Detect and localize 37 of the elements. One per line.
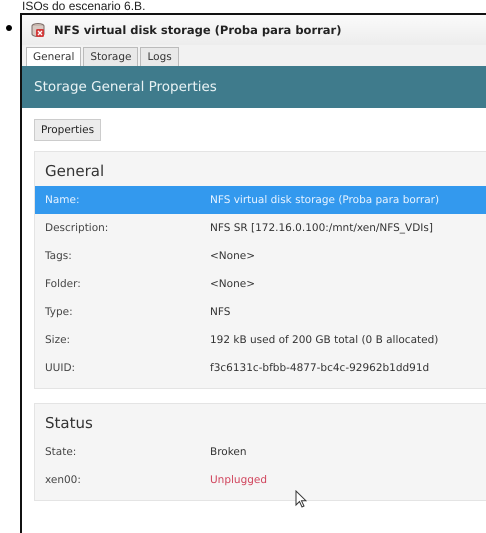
property-label: Folder: xyxy=(44,278,82,290)
property-label: Size: xyxy=(44,334,72,346)
property-row[interactable]: Tags: <None> xyxy=(35,242,486,270)
header-banner: Storage General Properties xyxy=(22,66,486,108)
window-title: NFS virtual disk storage (Proba para borrar) xyxy=(54,23,342,37)
section-title: Status xyxy=(44,413,94,434)
section-title: General xyxy=(44,161,106,182)
property-label: xen00: xyxy=(44,474,82,486)
property-label: Tags: xyxy=(44,250,73,262)
property-label: UUID: xyxy=(44,362,76,374)
property-label: Description: xyxy=(44,222,110,234)
property-value: 192 kB used of 200 GB total (0 B allocated) xyxy=(210,334,438,346)
property-label: Type: xyxy=(44,306,74,318)
property-value: Broken xyxy=(210,446,247,458)
property-row[interactable]: Description: NFS SR [172.16.0.100:/mnt/xen/NFS_VDIs] xyxy=(35,214,486,242)
property-value: NFS virtual disk storage (Proba para borrar) xyxy=(210,194,440,206)
property-row[interactable]: xen00: Unplugged xyxy=(35,466,486,494)
property-row[interactable]: Type: NFS xyxy=(35,298,486,326)
property-value: <None> xyxy=(210,278,255,290)
property-label: Name: xyxy=(44,194,81,206)
property-row[interactable]: State: Broken xyxy=(35,438,486,466)
property-value: NFS SR [172.16.0.100:/mnt/xen/NFS_VDIs] xyxy=(210,222,433,234)
property-label: State: xyxy=(44,446,78,458)
page-heading: ISOs do escenario 6.B. xyxy=(21,0,146,13)
bullet-icon xyxy=(6,25,12,31)
property-value: f3c6131c-bfbb-4877-bc4c-92962b1dd91d xyxy=(210,362,430,374)
storage-error-icon xyxy=(30,22,46,38)
tab[interactable]: Storage xyxy=(83,47,138,66)
property-row[interactable]: Size: 192 kB used of 200 GB total (0 B allocated) xyxy=(35,326,486,354)
tab[interactable]: Logs xyxy=(140,47,179,66)
property-value: NFS xyxy=(210,306,230,318)
property-value: <None> xyxy=(210,250,255,262)
property-row[interactable]: UUID: f3c6131c-bfbb-4877-bc4c-92962b1dd91d xyxy=(35,354,486,382)
tab[interactable]: General xyxy=(26,47,82,66)
property-value: Unplugged xyxy=(210,474,268,486)
properties-button[interactable]: Properties xyxy=(34,119,102,141)
property-row[interactable]: Folder: <None> xyxy=(35,270,486,298)
